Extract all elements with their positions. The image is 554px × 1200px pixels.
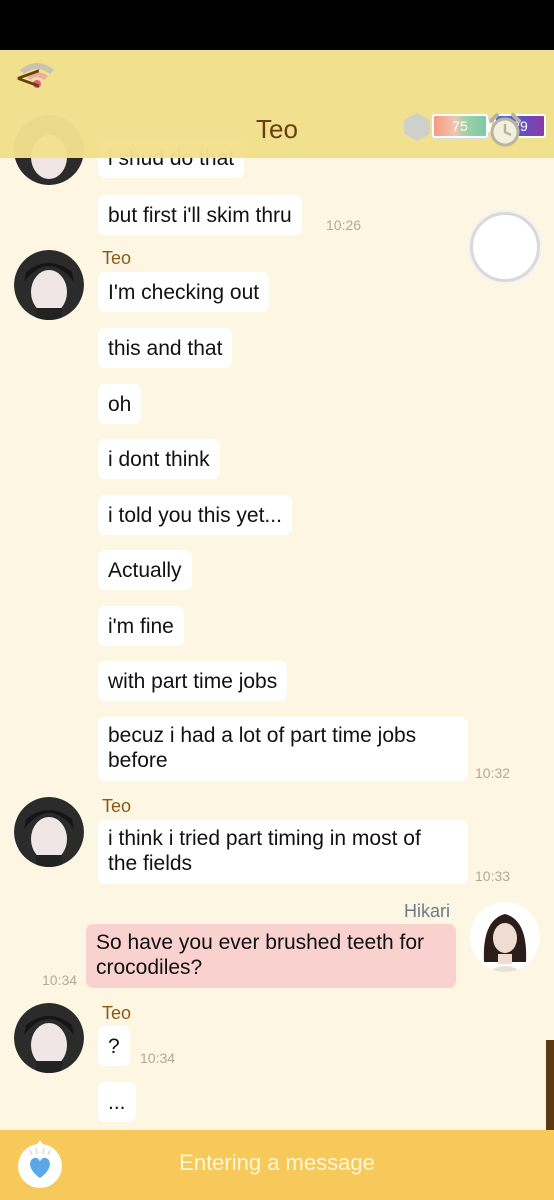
- avatar-teo[interactable]: [14, 250, 84, 320]
- message-bubble[interactable]: oh: [98, 384, 142, 424]
- message-bubble-outgoing[interactable]: So have you ever brushed teeth for croco…: [86, 924, 456, 988]
- message-bubble[interactable]: Actually: [98, 550, 192, 590]
- scrollbar[interactable]: [546, 1040, 554, 1130]
- message-bubble[interactable]: ?: [98, 1026, 130, 1066]
- timestamp: 10:33: [475, 868, 511, 884]
- message-composer[interactable]: Entering a message: [0, 1130, 554, 1200]
- message-bubble[interactable]: but first i'll skim thru: [98, 195, 302, 235]
- message-bubble[interactable]: i think i tried part timing in most of t…: [98, 820, 468, 884]
- avatar-hikari[interactable]: [470, 902, 540, 972]
- back-button[interactable]: <: [14, 58, 44, 98]
- message-bubble[interactable]: I'm checking out: [98, 272, 270, 312]
- message-bubble[interactable]: ...: [98, 1082, 136, 1122]
- timestamp: 10:26: [326, 217, 362, 233]
- avatar-teo[interactable]: [14, 797, 84, 867]
- message-bubble[interactable]: with part time jobs: [98, 661, 288, 701]
- sender-name: Hikari: [404, 901, 451, 921]
- page-title: Teo: [256, 114, 298, 144]
- message-bubble[interactable]: becuz i had a lot of part time jobs befo…: [98, 717, 468, 781]
- back-arrow-icon: <: [14, 58, 43, 98]
- message-input[interactable]: Entering a message: [0, 1150, 554, 1176]
- sender-name: Teo: [102, 1003, 132, 1023]
- message-bubble[interactable]: i dont think: [98, 439, 220, 479]
- message-bubble[interactable]: i told you this yet...: [98, 495, 292, 535]
- sender-name: Teo: [102, 796, 132, 816]
- timestamp: 10:32: [475, 765, 511, 781]
- status-bar: [0, 0, 554, 50]
- timestamp: 10:34: [140, 1050, 176, 1066]
- timestamp: 10:34: [42, 972, 78, 988]
- alarm-clock-icon[interactable]: [488, 112, 522, 148]
- chat-area[interactable]: i shud do that but first i'll skim thru …: [0, 50, 554, 1130]
- message-bubble[interactable]: i'm fine: [98, 606, 184, 646]
- message-bubble[interactable]: this and that: [98, 328, 233, 368]
- floating-action-button[interactable]: [470, 212, 540, 282]
- sender-name: Teo: [102, 248, 132, 268]
- avatar-teo[interactable]: [14, 1003, 84, 1073]
